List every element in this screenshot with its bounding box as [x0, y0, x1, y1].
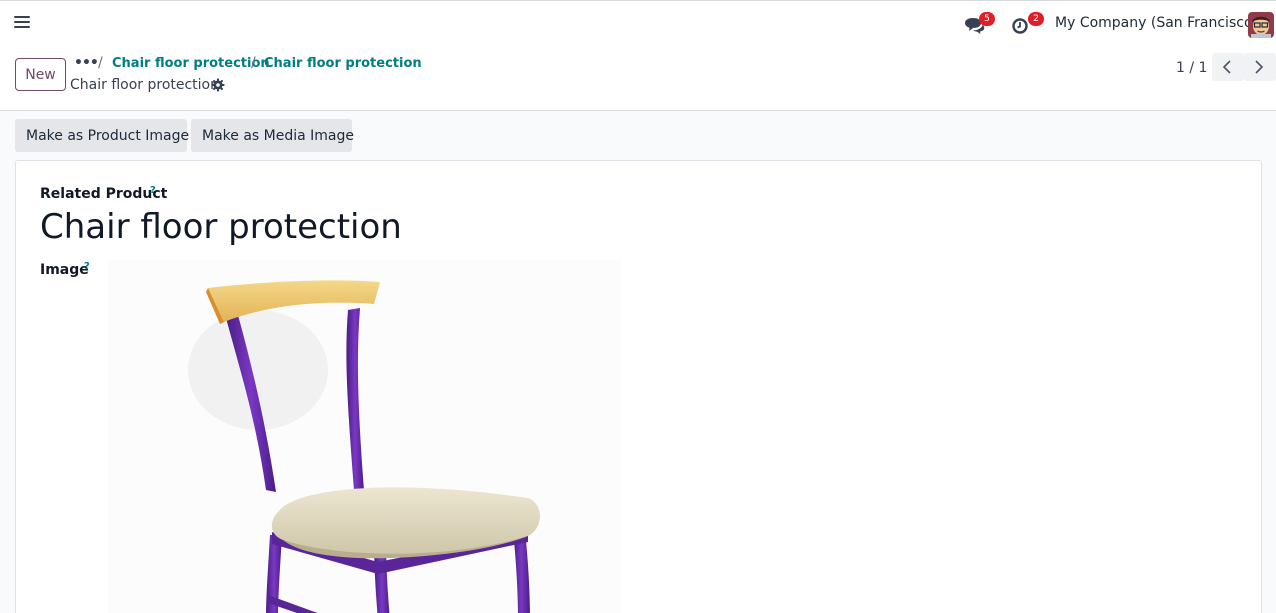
new-button[interactable]: New [15, 58, 66, 91]
breadcrumb-link-2[interactable]: Chair floor protection [264, 56, 422, 71]
messages-button[interactable]: 5 [963, 12, 995, 37]
form-view: Make as Product Image Make as Media Imag… [0, 111, 1276, 613]
messages-count-badge: 5 [979, 12, 995, 26]
chevron-right-icon [1255, 60, 1264, 74]
current-record-name: Chair floor protection [70, 77, 219, 93]
product-image-field[interactable] [108, 260, 622, 613]
product-name-field[interactable]: Chair floor protection [40, 207, 402, 247]
breadcrumb-separator: / [98, 55, 103, 71]
breadcrumb-link-1[interactable]: Chair floor protection [112, 56, 270, 71]
control-panel: New ••• / Chair floor protection / Chair… [0, 47, 1276, 111]
image-label: Image [40, 262, 89, 278]
gear-icon[interactable] [211, 78, 225, 92]
pager-previous-button[interactable] [1212, 53, 1244, 81]
pager-next-button[interactable] [1244, 53, 1276, 81]
chevron-left-icon [1222, 60, 1231, 74]
pager-value[interactable]: 1 / 1 [1176, 60, 1207, 76]
company-switcher[interactable]: My Company (San Francisco) [1055, 15, 1258, 31]
activities-count-badge: 2 [1028, 12, 1044, 26]
form-sheet: Related Product ? Chair floor protection… [15, 160, 1262, 613]
menu-toggle-icon[interactable] [14, 16, 30, 32]
user-avatar-image [1248, 12, 1274, 38]
make-media-image-button[interactable]: Make as Media Image [191, 119, 354, 152]
user-avatar[interactable] [1248, 12, 1274, 38]
related-product-label: Related Product [40, 186, 168, 202]
activities-button[interactable]: 2 [1010, 12, 1044, 37]
chair-image [188, 280, 540, 613]
top-navbar: 5 2 My Company (San Francisco) [0, 0, 1276, 47]
image-help-icon[interactable]: ? [84, 261, 90, 272]
breadcrumb-separator: / [251, 55, 256, 71]
breadcrumb-more-icon[interactable]: ••• [74, 55, 99, 71]
related-product-help-icon[interactable]: ? [150, 185, 156, 196]
make-product-image-button[interactable]: Make as Product Image [15, 119, 189, 152]
clock-icon [1012, 18, 1028, 34]
